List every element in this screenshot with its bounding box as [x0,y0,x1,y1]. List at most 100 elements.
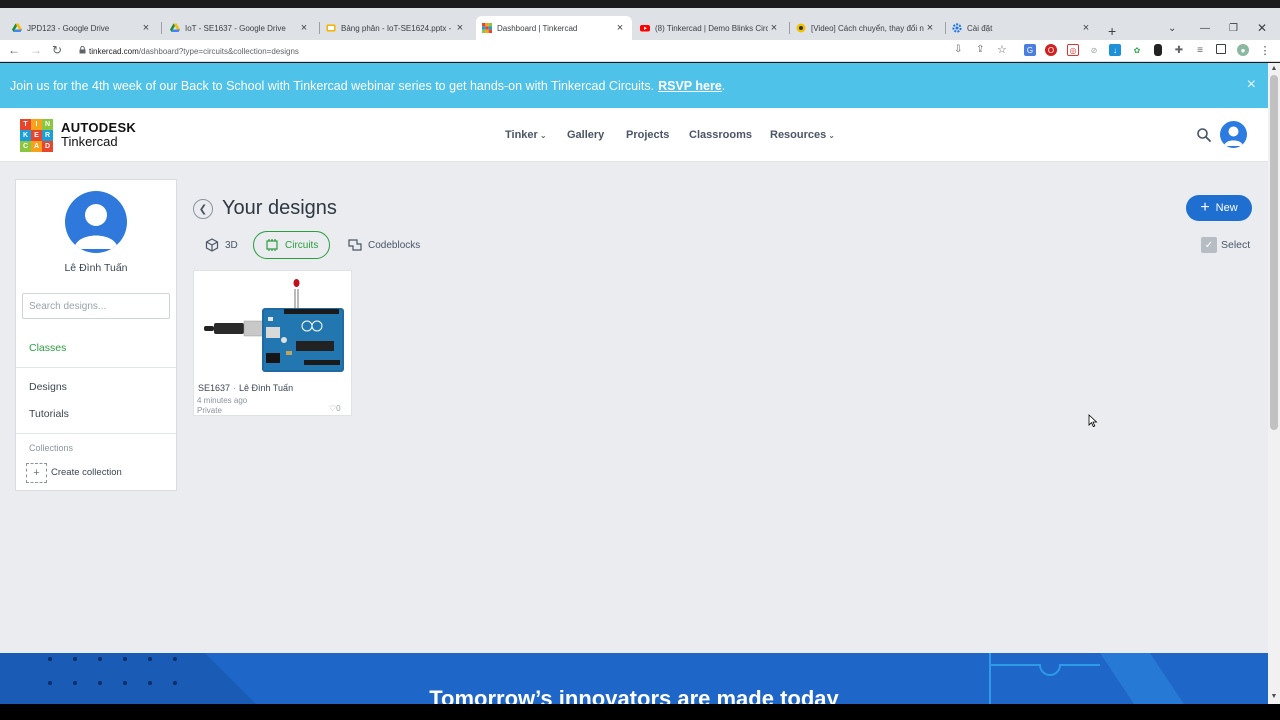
tinkercad-logo[interactable]: T I N K E R C A D [20,119,53,152]
profile-avatar[interactable] [65,191,127,253]
plus-icon: + [1200,199,1210,216]
scrollbar-thumb[interactable] [1270,75,1278,430]
new-tab-button[interactable]: + [1108,23,1116,39]
circuit-icon [265,239,279,251]
nav-gallery[interactable]: Gallery [567,129,604,141]
browser-tab-2[interactable]: IoT - SE1637 - Google Drive × [164,16,316,40]
footer-promo: Tomorrow’s innovators are made today [0,653,1268,704]
search-designs-input[interactable] [22,293,170,319]
close-icon[interactable]: × [1080,22,1092,34]
minimize-icon[interactable]: — [1200,23,1210,34]
pattern-dot [148,681,152,685]
browser-tab-5[interactable]: (8) Tinkercad | Demo Blinks Circ... × [634,16,786,40]
create-collection-link[interactable]: Create collection [51,467,122,478]
sidebar-item-designs[interactable]: Designs [29,381,67,393]
brand-name[interactable]: AUTODESK Tinkercad [61,121,136,149]
browser-tab-3[interactable]: Bảng phân - IoT-SE1624.pptx - ... × [320,16,472,40]
chevron-down-icon: ⌄ [539,131,547,140]
back-arrow-icon[interactable]: ← [8,43,20,57]
select-checkbox[interactable]: ✓ [1201,237,1217,253]
compass-extension-icon[interactable]: ⊘ [1088,44,1100,56]
reading-list-icon[interactable]: ≡ [1194,44,1206,56]
tinkercad-icon [482,23,492,33]
forward-arrow-icon[interactable]: → [30,43,42,57]
opera-extension-icon[interactable]: O [1045,44,1057,56]
browser-tab-1[interactable]: JPD123 - Google Drive × [6,16,158,40]
rsvp-link[interactable]: RSVP here [658,79,722,93]
sidebar-item-tutorials[interactable]: Tutorials [29,408,69,420]
close-icon[interactable]: × [924,22,936,34]
page-scrollbar[interactable]: ▲ ▼ [1268,63,1280,704]
download-extension-icon[interactable]: ↓ [1109,44,1121,56]
tab-3d[interactable]: 3D [205,231,238,259]
logo-letter: T [20,119,31,130]
tab-search-icon[interactable]: ⌄ [1168,23,1176,34]
share-icon[interactable]: ⇪ [976,44,984,55]
side-panel-icon[interactable] [1216,44,1226,54]
logo-letter: D [42,141,53,152]
close-icon[interactable]: × [298,22,310,34]
tab-codeblocks[interactable]: Codeblocks [348,231,420,259]
restore-icon[interactable]: ❐ [1229,23,1238,34]
browser-menu-icon[interactable]: ⋮ [1259,44,1271,57]
design-name: SE1637 [198,383,231,393]
window-close-icon[interactable]: ✕ [1257,21,1267,35]
logo-letter: N [42,119,53,130]
design-timestamp: 4 minutes ago [197,396,248,405]
new-design-button[interactable]: + New [1186,195,1252,221]
pattern-dot [48,657,52,661]
nav-resources[interactable]: Resources ⌄ [770,129,835,141]
select-label[interactable]: Select [1221,239,1250,251]
reload-icon[interactable]: ↻ [52,43,62,57]
design-thumbnail[interactable] [194,271,351,378]
codeblocks-icon [348,239,362,251]
web-icon [796,23,806,33]
user-avatar[interactable] [1220,121,1247,148]
design-card[interactable]: SE1637 · Lê Đình Tuấn 4 minutes ago Privat… [193,270,352,416]
nav-projects[interactable]: Projects [626,129,669,141]
logo-letter: R [42,130,53,141]
browser-tab-4-active[interactable]: Dashboard | Tinkercad × [476,16,632,40]
design-title[interactable]: SE1637 · Lê Đình Tuấn [198,383,293,393]
browser-tab-7[interactable]: Cài đặt × [946,16,1098,40]
screen: JPD123 - Google Drive × IoT - SE1637 - G… [0,0,1280,720]
install-icon[interactable]: ⇩ [954,44,962,55]
nav-classrooms[interactable]: Classrooms [689,129,752,141]
banner-close-icon[interactable]: × [1247,76,1256,94]
translate-extension-icon[interactable]: G [1024,44,1036,56]
tab-circuits[interactable]: Circuits [253,231,331,259]
scroll-down-icon[interactable]: ▼ [1268,693,1280,700]
close-icon[interactable]: × [454,22,466,34]
profile-icon[interactable]: ● [1237,44,1249,56]
back-button[interactable]: ❮ [193,199,213,219]
google-drive-icon [170,23,180,33]
close-icon[interactable]: × [140,22,152,34]
url-path: /dashboard?type=circuits&collection=desi… [138,46,299,56]
scroll-up-icon[interactable]: ▲ [1268,65,1280,72]
like-count[interactable]: ♡0 [329,404,341,413]
user-name[interactable]: Lê Đình Tuấn [16,262,176,274]
tab-title: Cài đặt [967,23,993,33]
logo-letter: A [31,141,42,152]
close-icon[interactable]: × [614,22,626,34]
pattern-dot [73,657,77,661]
tinkercad-dashboard: Join us for the 4th week of our Back to … [0,63,1268,704]
sidebar-item-classes[interactable]: Classes [29,342,66,354]
browser-tab-6[interactable]: [Video] Cách chuyển, thay đổi n... × [790,16,942,40]
capture-extension-icon[interactable]: ◎ [1067,44,1079,56]
address-bar[interactable]: tinkercad.com/dashboard?type=circuits&co… [75,42,1015,60]
logo-letter: I [31,119,42,130]
close-icon[interactable]: × [768,22,780,34]
add-collection-icon[interactable]: + [26,463,47,483]
nav-tinker[interactable]: Tinker ⌄ [505,129,547,141]
tab-title: (8) Tinkercad | Demo Blinks Circ... [655,23,768,33]
bookmark-star-icon[interactable]: ☆ [997,43,1007,56]
pattern-dot [98,681,102,685]
checkmark-icon: ✓ [1204,239,1214,251]
cube-icon [205,238,219,252]
leaf-extension-icon[interactable]: ✿ [1131,44,1143,56]
search-icon[interactable] [1196,127,1212,143]
puzzle-extension-icon[interactable]: ✚ [1173,44,1185,56]
title-separator: · [233,383,237,393]
battery-extension-icon[interactable] [1154,44,1162,56]
